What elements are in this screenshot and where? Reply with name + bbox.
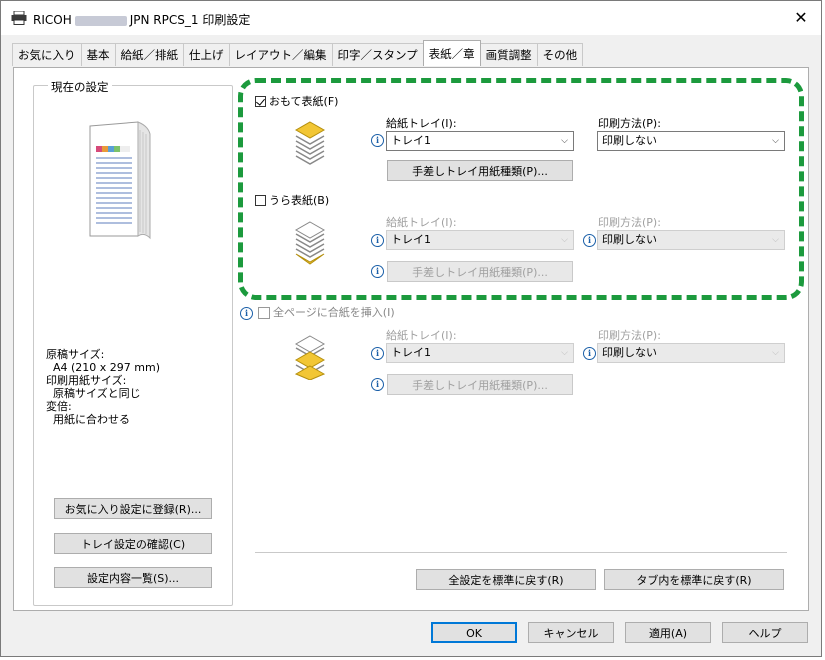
tab-basic[interactable]: 基本	[80, 43, 116, 66]
tab-layout[interactable]: レイアウト／編集	[228, 43, 333, 66]
settings-list-button[interactable]: 設定内容一覧(S)...	[54, 567, 212, 588]
reset-all-button[interactable]: 全設定を標準に戻す(R)	[416, 569, 596, 590]
info-icon[interactable]: i	[371, 378, 384, 391]
title-bar: RICOH JPN RPCS_1 印刷設定 ✕	[1, 1, 821, 35]
help-button[interactable]: ヘルプ	[722, 622, 808, 643]
tab-other[interactable]: その他	[536, 43, 584, 66]
original-size-label: 原稿サイズ:	[46, 348, 105, 361]
chevron-down-icon: ⌵	[772, 348, 779, 358]
separator	[255, 552, 787, 553]
tab-cover[interactable]: 表紙／章	[422, 40, 481, 66]
insert-tray-value: トレイ1	[391, 346, 431, 359]
tab-stamp[interactable]: 印字／スタンプ	[331, 43, 424, 66]
document-preview-image	[89, 121, 151, 240]
insert-bypass-paper-button[interactable]: 手差しトレイ用紙種類(P)...	[387, 374, 573, 395]
original-size-value: A4 (210 x 297 mm)	[53, 361, 161, 374]
tab-quality[interactable]: 画質調整	[479, 43, 538, 66]
tab-strip: お気に入り 基本 給紙／排紙 仕上げ レイアウト／編集 印字／スタンプ 表紙／章…	[12, 40, 584, 67]
register-favorite-button[interactable]: お気に入り設定に登録(R)...	[54, 498, 212, 519]
checkbox-unchecked-icon	[258, 307, 270, 319]
ok-button[interactable]: OK	[431, 622, 517, 643]
insert-paper-stack-icon	[294, 335, 326, 380]
title-prefix: RICOH	[33, 13, 72, 27]
reset-tab-button[interactable]: タブ内を標準に戻す(R)	[604, 569, 784, 590]
chevron-down-icon: ⌵	[561, 348, 568, 358]
apply-button[interactable]: 適用(A)	[625, 622, 711, 643]
insert-print-method-value: 印刷しない	[602, 346, 657, 359]
title-suffix: JPN RPCS_1 印刷設定	[129, 13, 251, 27]
print-paper-size-label: 印刷用紙サイズ:	[46, 374, 127, 387]
insert-print-method-label: 印刷方法(P):	[598, 329, 661, 342]
insert-label: 全ページに合紙を挿入(I)	[273, 306, 395, 319]
scaling-value: 用紙に合わせる	[53, 413, 130, 426]
info-icon[interactable]: i	[371, 347, 384, 360]
print-paper-size-value: 原稿サイズと同じ	[53, 387, 141, 400]
tray-settings-button[interactable]: トレイ設定の確認(C)	[54, 533, 212, 554]
printer-icon	[11, 11, 27, 25]
scaling-label: 変倍:	[46, 400, 72, 413]
insert-checkbox-partial[interactable]: 全ページに合紙を挿入(I)	[258, 304, 395, 320]
highlight-annotation	[238, 78, 804, 300]
insert-print-method-select[interactable]: 印刷しない ⌵	[597, 343, 785, 363]
info-icon[interactable]: i	[583, 347, 596, 360]
tab-favorites[interactable]: お気に入り	[12, 43, 82, 66]
tab-paper[interactable]: 給紙／排紙	[114, 43, 184, 66]
redacted-model-name	[74, 15, 127, 26]
cancel-button[interactable]: キャンセル	[528, 622, 614, 643]
info-icon[interactable]: i	[240, 307, 253, 320]
close-button[interactable]: ✕	[791, 8, 811, 27]
current-settings-label: 現在の設定	[48, 79, 112, 95]
insert-tray-label: 給紙トレイ(I):	[386, 329, 457, 342]
window-title: RICOH JPN RPCS_1 印刷設定	[33, 11, 250, 28]
tab-finishing[interactable]: 仕上げ	[183, 43, 230, 66]
insert-tray-select[interactable]: トレイ1 ⌵	[386, 343, 574, 363]
